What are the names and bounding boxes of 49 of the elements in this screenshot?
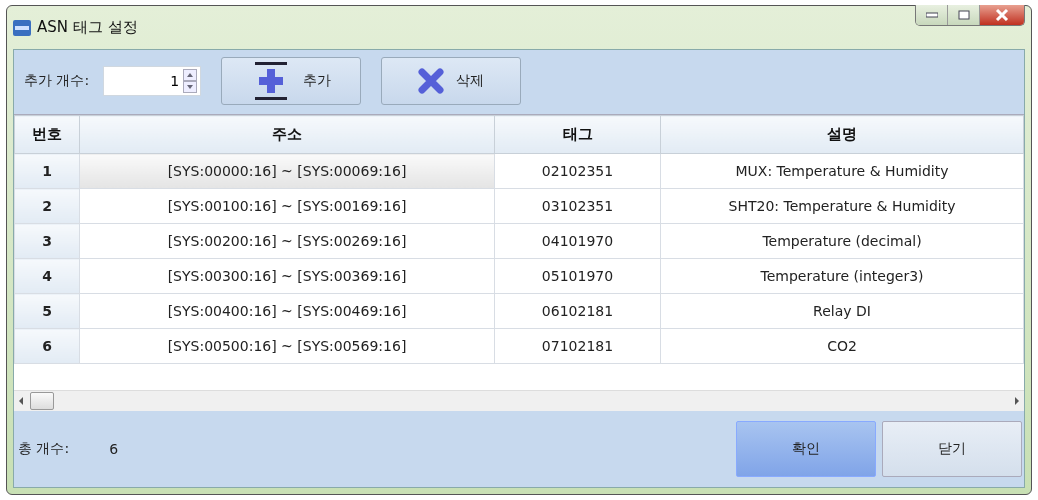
- table-cell: 02102351: [494, 153, 661, 189]
- count-spinbox[interactable]: 1: [103, 66, 202, 96]
- table-cell: [SYS:00000:16] ~ [SYS:00069:16]: [79, 153, 495, 189]
- row-number: 5: [14, 293, 80, 329]
- table-cell: CO2: [660, 328, 1024, 364]
- minimize-button[interactable]: [916, 5, 948, 25]
- table-cell: [SYS:00200:16] ~ [SYS:00269:16]: [79, 223, 495, 259]
- table-cell: [SYS:00400:16] ~ [SYS:00469:16]: [79, 293, 495, 329]
- row-number: 3: [14, 223, 80, 259]
- count-label: 추가 개수:: [24, 72, 90, 90]
- delete-button[interactable]: 삭제: [381, 57, 522, 105]
- scrollbar-thumb[interactable]: [30, 392, 54, 410]
- dialog-button[interactable]: 닫기: [882, 421, 1022, 477]
- table-cell: [SYS:00300:16] ~ [SYS:00369:16]: [79, 258, 495, 294]
- spinner-arrows-icon[interactable]: [183, 69, 198, 93]
- table-cell: 06102181: [494, 293, 661, 329]
- total-label: 총 개수:: [18, 440, 70, 458]
- column-header[interactable]: 번호: [14, 115, 80, 154]
- row-number: 2: [14, 188, 80, 224]
- column-header[interactable]: 설명: [660, 115, 1024, 154]
- table-cell: 05101970: [494, 258, 661, 294]
- table-cell: MUX: Temperature & Humidity: [660, 153, 1024, 189]
- table-cell: 04101970: [494, 223, 661, 259]
- table-cell: [SYS:00100:16] ~ [SYS:00169:16]: [79, 188, 495, 224]
- total-count: 6: [109, 441, 119, 457]
- app-icon: [13, 18, 31, 37]
- column-header[interactable]: 태그: [494, 115, 661, 154]
- window-title: ASN 태그 설정: [37, 18, 138, 37]
- dialog-button[interactable]: 확인: [736, 421, 876, 477]
- table-cell: Temperature (integer3): [660, 258, 1024, 294]
- add-button[interactable]: 추가: [221, 57, 362, 105]
- close-button[interactable]: [980, 5, 1024, 25]
- table-cell: 07102181: [494, 328, 661, 364]
- minimize-icon: [925, 12, 938, 18]
- scroll-left-icon[interactable]: [18, 397, 24, 405]
- table-cell: 03102351: [494, 188, 661, 224]
- table-cell: Relay DI: [660, 293, 1024, 329]
- row-number: 1: [14, 153, 80, 189]
- row-number: 6: [14, 328, 80, 364]
- table-cell: SHT20: Temperature & Humidity: [660, 188, 1024, 224]
- row-number: 4: [14, 258, 80, 294]
- table-cell: [SYS:00500:16] ~ [SYS:00569:16]: [79, 328, 495, 364]
- column-header[interactable]: 주소: [79, 115, 495, 154]
- scroll-right-icon[interactable]: [1014, 397, 1020, 405]
- maximize-icon: [957, 10, 970, 20]
- close-icon: [995, 9, 1009, 21]
- table-cell: Temperature (decimal): [660, 223, 1024, 259]
- maximize-button[interactable]: [948, 5, 980, 25]
- delete-icon: [418, 68, 445, 94]
